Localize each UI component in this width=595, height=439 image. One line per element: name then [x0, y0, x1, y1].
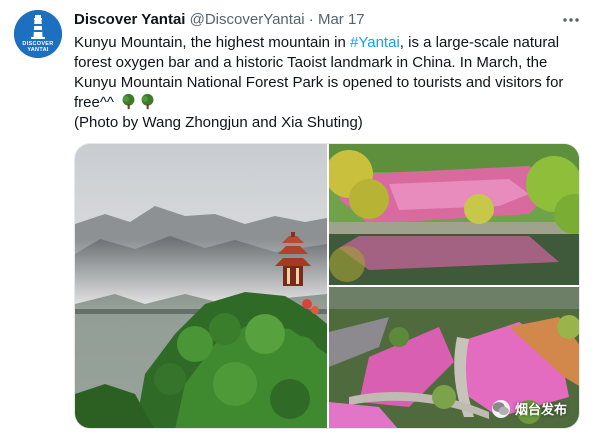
tree-emoji-icon: [122, 93, 135, 110]
watermark-text: 烟台发布: [514, 402, 567, 417]
tweet-date[interactable]: Mar 17: [318, 11, 365, 28]
more-options-button[interactable]: [561, 10, 581, 30]
photo-credit: (Photo by Wang Zhongjun and Xia Shuting): [74, 114, 363, 131]
tweet-main-paragraph: Kunyu Mountain, the highest mountain in …: [74, 33, 584, 113]
media-grid: 烟台发布: [74, 143, 580, 429]
photo-pink-flower-field-lake[interactable]: [329, 144, 579, 285]
tweet-text-lead: Kunyu Mountain, the highest mountain in: [74, 34, 351, 51]
tweet-text: Kunyu Mountain, the highest mountain in …: [74, 33, 584, 133]
author-handle[interactable]: @DiscoverYantai: [190, 11, 305, 28]
tweet-card[interactable]: DISCOVER YANTAI Discover Yantai @Discove…: [0, 0, 595, 439]
avatar[interactable]: DISCOVER YANTAI: [14, 10, 62, 58]
photo-aerial-pink-flower-fields[interactable]: 烟台发布: [329, 287, 579, 428]
photo-watermark: 烟台发布: [491, 399, 567, 418]
tree-emoji-icon: [141, 93, 154, 110]
author-display-name[interactable]: Discover Yantai: [74, 11, 185, 28]
hashtag-link[interactable]: #Yantai: [350, 34, 400, 51]
more-dots-icon: [563, 18, 579, 22]
wechat-icon: [491, 399, 510, 418]
avatar-label-line2: YANTAI: [27, 47, 49, 53]
photo-misty-mountain-pavilion[interactable]: [75, 144, 327, 428]
tweet-header: Discover Yantai @DiscoverYantai · Mar 17: [74, 10, 581, 30]
header-separator: ·: [308, 11, 314, 28]
